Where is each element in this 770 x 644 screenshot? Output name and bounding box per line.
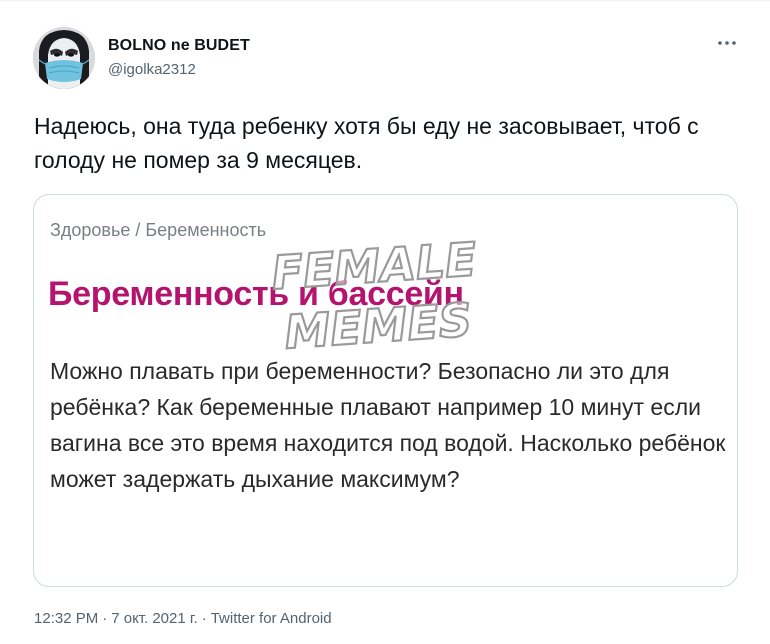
tweet: BOLNO ne BUDET @igolka2312 Надеюсь, она … [0, 0, 770, 644]
watermark-line-1: FEMALE [270, 232, 478, 300]
author-handle[interactable]: @igolka2312 [108, 61, 196, 78]
article-body: Можно плавать при беременности? Безопасн… [50, 358, 726, 492]
tweet-media[interactable]: Здоровье / Беременность Беременность и б… [33, 194, 738, 587]
tweet-source[interactable]: Twitter for Android [211, 610, 332, 627]
meta-separator: · [201, 610, 207, 627]
tweet-meta: 12:32 PM · 7 окт. 2021 г. · Twitter for Andr… [34, 610, 332, 627]
article-breadcrumb: Здоровье / Беременность [50, 220, 267, 240]
more-options-button[interactable] [712, 33, 742, 53]
tweet-date[interactable]: 7 окт. 2021 г. [111, 610, 197, 627]
more-horizontal-icon [718, 41, 736, 45]
avatar-image [33, 27, 95, 89]
meta-separator: · [102, 610, 108, 627]
avatar[interactable] [33, 27, 95, 89]
watermark-line-2: MEMES [283, 292, 474, 359]
tweet-time[interactable]: 12:32 PM [34, 610, 98, 627]
author-name[interactable]: BOLNO ne BUDET [108, 37, 250, 55]
tweet-text: Надеюсь, она туда ребенку хотя бы еду не… [34, 113, 699, 173]
watermark-logo: FEMALE MEMES [269, 231, 479, 361]
